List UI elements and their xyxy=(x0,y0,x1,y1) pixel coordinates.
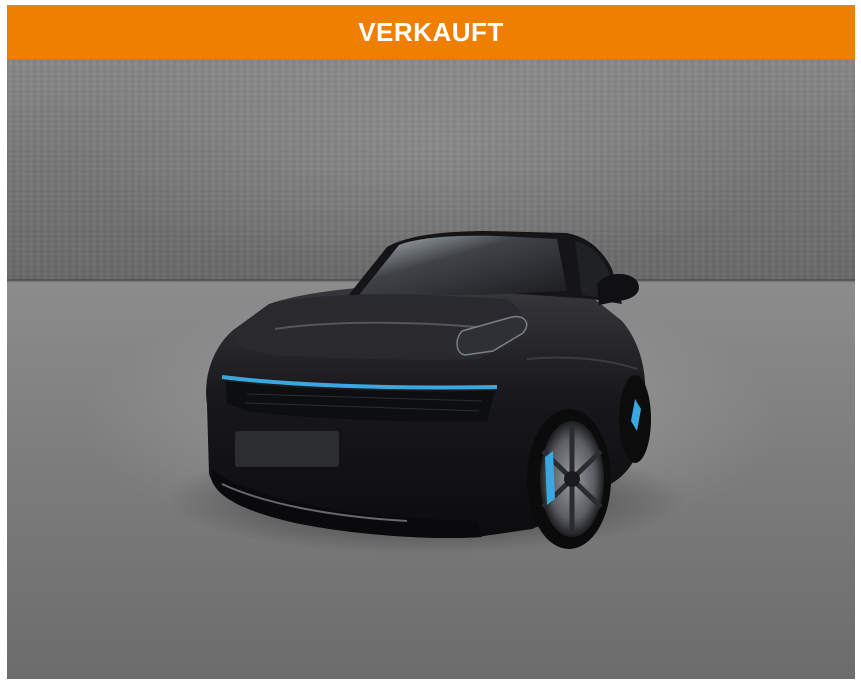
car-photo xyxy=(7,59,855,679)
side-mirror xyxy=(597,273,639,305)
listing-card: VERKAUFT xyxy=(7,5,855,679)
front-wheel-hub xyxy=(564,471,580,487)
license-plate xyxy=(235,431,339,467)
sold-banner: VERKAUFT xyxy=(7,5,855,59)
car-illustration xyxy=(167,231,687,554)
sold-label: VERKAUFT xyxy=(358,16,504,47)
windshield xyxy=(359,235,567,295)
